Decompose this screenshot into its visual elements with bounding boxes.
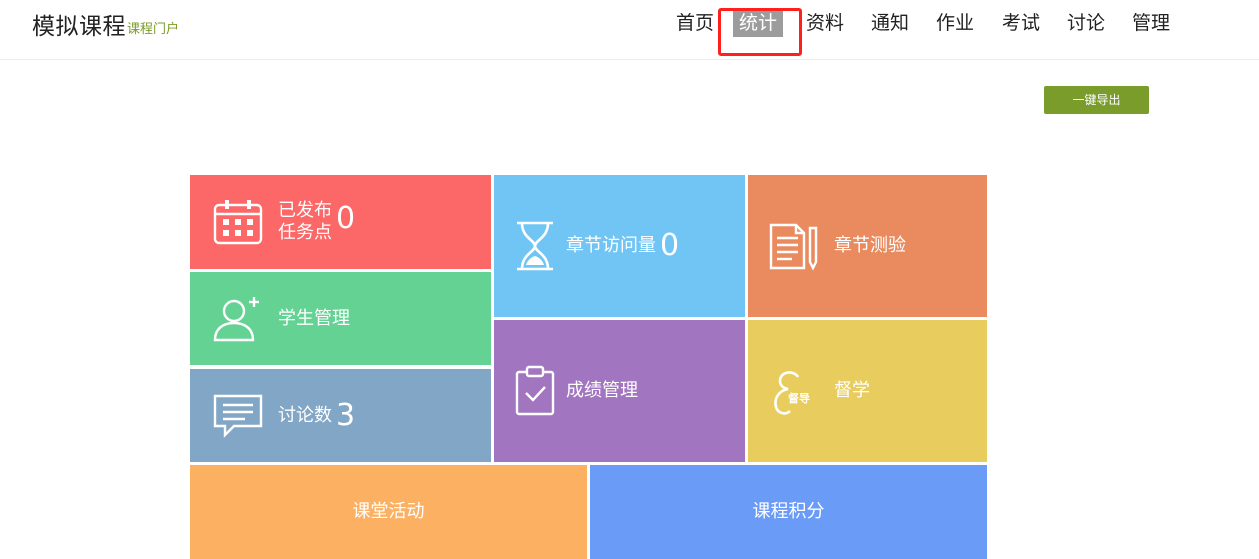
chapter-visit-count: 0: [660, 228, 680, 263]
tile-label: 督学: [834, 380, 870, 401]
supervise-icon: 督导: [766, 363, 822, 419]
tile-label: 学生管理: [278, 307, 350, 329]
nav-item-manage[interactable]: 管理: [1132, 8, 1170, 38]
export-button[interactable]: 一键导出: [1044, 86, 1149, 114]
tile-label: 任务点: [278, 222, 332, 243]
tile-class-activities[interactable]: 课堂活动: [190, 465, 587, 559]
nav-label: 资料: [806, 12, 845, 34]
tile-label: 已发布: [278, 200, 332, 221]
tile-label: 章节测验: [834, 235, 906, 256]
tile-supervise[interactable]: 督导 督学: [748, 320, 987, 462]
tile-label: 讨论数: [278, 404, 332, 426]
tile-label: 课程积分: [752, 501, 825, 522]
add-user-icon: [210, 291, 266, 347]
tile-discussion-count[interactable]: 讨论数 3: [190, 369, 491, 462]
nav-label: 管理: [1132, 12, 1171, 34]
tile-chapter-visits[interactable]: 章节访问量 0: [494, 175, 745, 317]
highlight-box: [718, 8, 802, 56]
tile-chapter-quiz[interactable]: 章节测验: [748, 175, 987, 317]
tile-label: 成绩管理: [566, 380, 638, 401]
nav-item-notices[interactable]: 通知: [871, 8, 909, 38]
discussion-count: 3: [336, 397, 356, 433]
nav-item-exams[interactable]: 考试: [1002, 8, 1040, 38]
top-header: 模拟课程 课程门户 首页 统计 资料 通知 作业 考试 讨论 管理: [0, 0, 1259, 60]
document-pen-icon: [766, 218, 822, 274]
published-count: 0: [336, 201, 356, 236]
tile-grade-management[interactable]: 成绩管理: [494, 320, 745, 462]
calendar-icon: [210, 194, 266, 250]
clipboard-check-icon: [510, 363, 560, 419]
tile-course-points[interactable]: 课程积分: [590, 465, 987, 559]
nav-label: 讨论: [1067, 12, 1106, 34]
tile-label: 课堂活动: [352, 501, 425, 522]
tile-label-group: 已发布 任务点: [278, 200, 332, 244]
hourglass-icon: [510, 218, 560, 274]
nav-item-materials[interactable]: 资料: [806, 8, 844, 38]
tile-label: 章节访问量: [566, 235, 656, 256]
nav-label: 通知: [871, 12, 910, 34]
nav-item-home[interactable]: 首页: [676, 8, 714, 38]
supervise-icon-text: 督导: [788, 392, 810, 405]
chat-icon: [210, 388, 266, 444]
nav-item-discussion[interactable]: 讨论: [1067, 8, 1105, 38]
nav-item-homework[interactable]: 作业: [936, 8, 974, 38]
tile-published-tasks[interactable]: 已发布 任务点 0: [190, 175, 491, 269]
nav-label: 考试: [1002, 12, 1041, 34]
tile-student-management[interactable]: 学生管理: [190, 272, 491, 365]
main-nav: 首页 统计 资料 通知 作业 考试 讨论 管理: [0, 8, 1259, 56]
nav-label: 首页: [676, 12, 715, 34]
nav-label: 作业: [936, 12, 975, 34]
